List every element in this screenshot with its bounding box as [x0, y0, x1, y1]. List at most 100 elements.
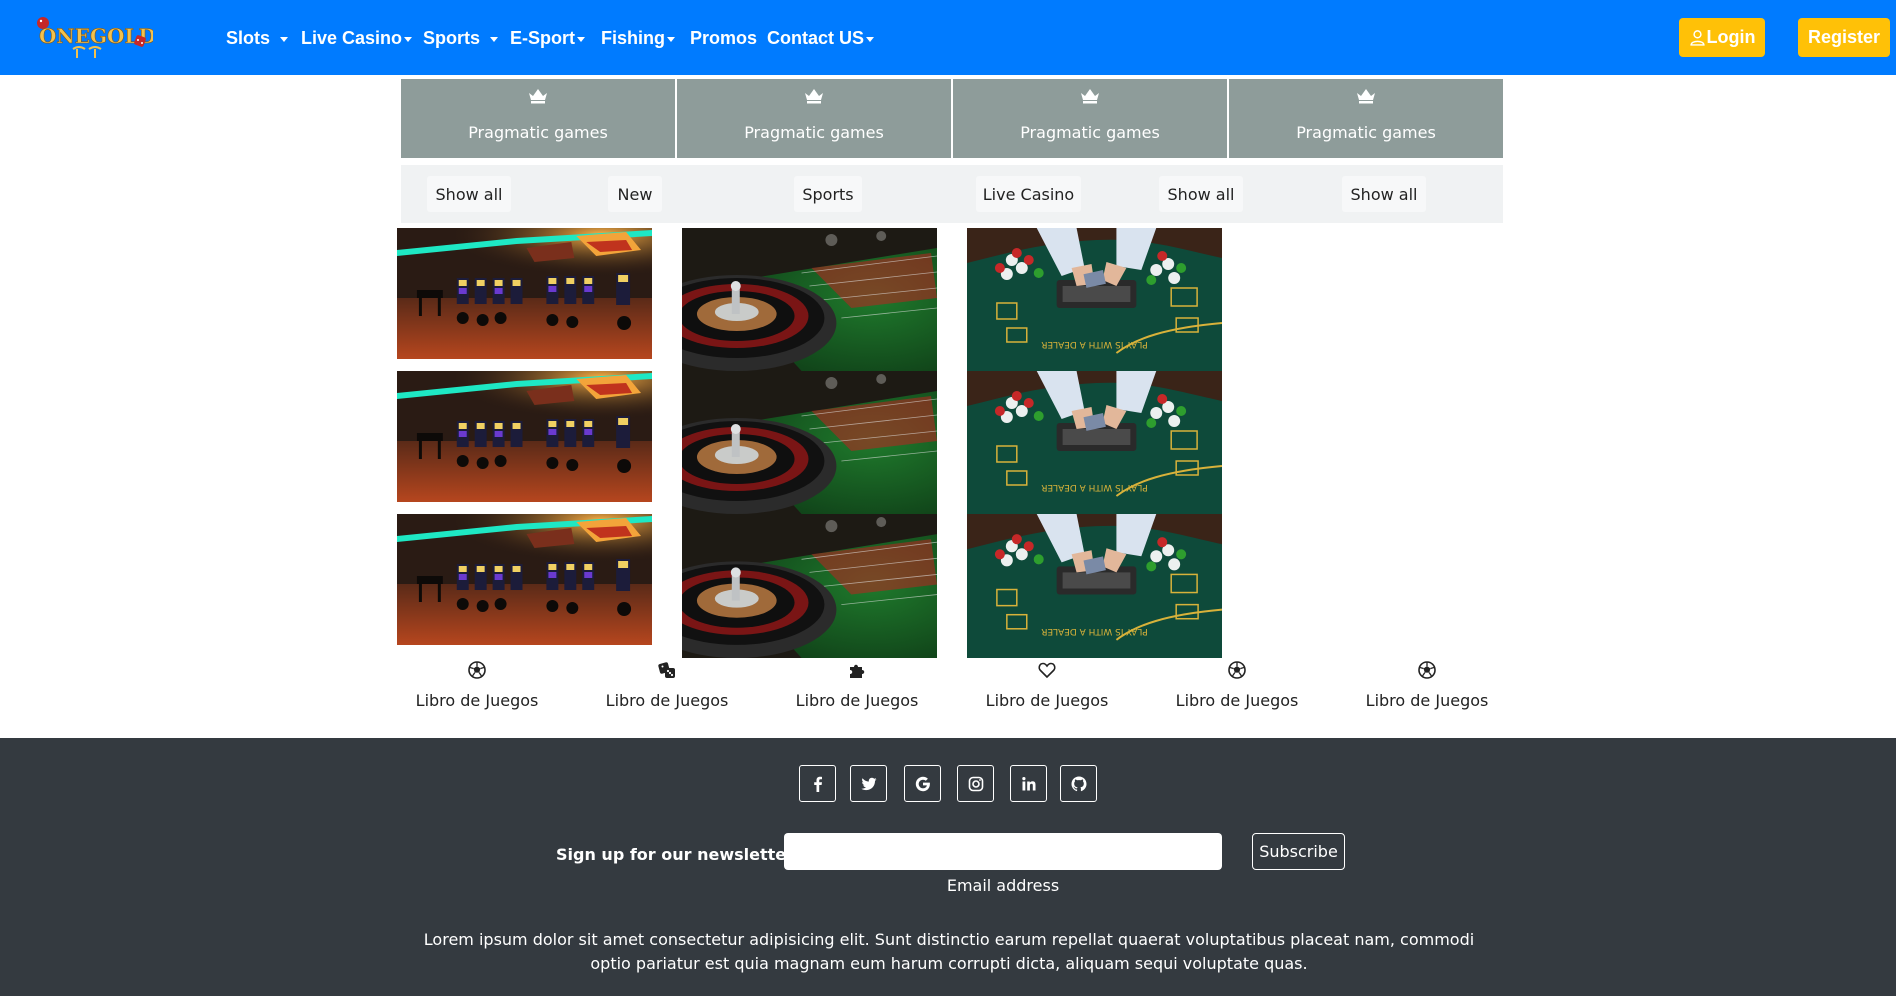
puzzle-icon	[850, 664, 865, 678]
nav-e-sport-label: E-Sport	[510, 28, 575, 48]
game-link[interactable]: Libro de Juegos	[1352, 660, 1502, 710]
filter-live-casino-button[interactable]: Live Casino	[976, 176, 1081, 212]
game-tile-poker[interactable]	[967, 228, 1222, 371]
facebook-icon	[813, 776, 822, 792]
nav-e-sport[interactable]: E-Sport	[510, 28, 585, 49]
filter-show-all-button[interactable]: Show all	[1342, 176, 1426, 212]
google-button[interactable]	[904, 765, 941, 802]
game-tile-poker[interactable]	[967, 371, 1222, 514]
linkedin-icon	[1021, 776, 1035, 790]
twitter-button[interactable]	[850, 765, 887, 802]
nav-contact-us-label: Contact US	[767, 28, 865, 48]
onegold-logo[interactable]: ONEGOLD	[33, 14, 156, 60]
filter-show-all-button[interactable]: Show all	[427, 176, 511, 212]
soccer-ball-icon	[468, 661, 486, 679]
soccer-ball-icon	[1418, 661, 1436, 679]
game-link[interactable]: Libro de Juegos	[1162, 660, 1312, 710]
instagram-button[interactable]	[957, 765, 994, 802]
game-link-label: Libro de Juegos	[985, 691, 1109, 710]
category-label: Pragmatic games	[468, 123, 608, 142]
game-link-label: Libro de Juegos	[1365, 691, 1489, 710]
filter-bar: Show all New Sports Live Casino Show all…	[401, 165, 1503, 223]
category-card[interactable]: Pragmatic games	[1229, 79, 1503, 158]
top-navbar: ONEGOLD Slots Live Casino Sports E-Sport…	[0, 0, 1896, 75]
game-link[interactable]: Libro de Juegos	[592, 660, 742, 710]
poker-table-image	[967, 371, 1222, 514]
nav-slots-label: Slots	[226, 28, 271, 48]
game-tile-roulette[interactable]	[682, 514, 937, 658]
nav-contact-us[interactable]: Contact US	[767, 28, 875, 49]
chevron-down-icon	[667, 36, 675, 42]
login-button[interactable]: Login	[1679, 18, 1765, 57]
soccer-ball-icon	[1228, 661, 1246, 679]
game-link-label: Libro de Juegos	[1175, 691, 1299, 710]
nav-live-casino-label: Live Casino	[301, 28, 403, 48]
nav-promos-label: Promos	[690, 28, 758, 48]
facebook-button[interactable]	[799, 765, 836, 802]
game-link-label: Libro de Juegos	[795, 691, 919, 710]
nav-sports-label: Sports	[423, 28, 481, 48]
casino-hall-image	[397, 228, 652, 359]
register-label: Register	[1807, 27, 1881, 47]
game-link[interactable]: Libro de Juegos	[972, 660, 1122, 710]
filter-new-button[interactable]: New	[608, 176, 662, 212]
roulette-table-image	[682, 228, 937, 371]
register-button[interactable]: Register	[1798, 18, 1890, 57]
crown-icon	[1081, 89, 1099, 104]
category-card[interactable]: Pragmatic games	[401, 79, 675, 158]
chevron-down-icon	[280, 36, 289, 42]
game-tile-roulette[interactable]	[682, 228, 937, 371]
filter-sports-button[interactable]: Sports	[794, 176, 862, 212]
github-button[interactable]	[1060, 765, 1097, 802]
crown-icon	[1357, 89, 1375, 104]
email-hint: Email address	[946, 876, 1060, 895]
email-field[interactable]	[784, 833, 1222, 870]
category-card[interactable]: Pragmatic games	[953, 79, 1227, 158]
nav-fishing-label: Fishing	[601, 28, 665, 48]
nav-slots[interactable]: Slots	[226, 28, 289, 49]
roulette-table-image	[682, 371, 937, 514]
game-tile-roulette[interactable]	[682, 371, 937, 514]
nav-sports[interactable]: Sports	[423, 28, 499, 49]
footer: Sign up for our newsletter Email address…	[0, 738, 1896, 996]
crown-icon	[529, 89, 547, 104]
category-label: Pragmatic games	[1296, 123, 1436, 142]
github-icon	[1071, 776, 1086, 791]
heart-icon	[1038, 662, 1056, 679]
category-card[interactable]: Pragmatic games	[677, 79, 951, 158]
filter-show-all-button[interactable]: Show all	[1159, 176, 1243, 212]
subscribe-button[interactable]: Subscribe	[1252, 833, 1345, 870]
game-tile-poker[interactable]	[967, 514, 1222, 658]
chevron-down-icon	[866, 36, 875, 42]
google-icon	[915, 776, 930, 791]
chevron-down-icon	[404, 36, 413, 42]
game-link-label: Libro de Juegos	[415, 691, 539, 710]
game-tile-casino-hall[interactable]	[397, 371, 652, 502]
poker-table-image	[967, 514, 1222, 658]
linkedin-button[interactable]	[1010, 765, 1047, 802]
newsletter-label: Sign up for our newsletter	[556, 845, 795, 864]
casino-hall-image	[397, 514, 652, 645]
dice-icon	[658, 662, 675, 678]
twitter-icon	[860, 777, 876, 790]
login-label: Login	[1706, 27, 1756, 47]
nav-promos[interactable]: Promos	[690, 28, 757, 49]
instagram-icon	[968, 776, 983, 791]
game-link[interactable]: Libro de Juegos	[782, 660, 932, 710]
user-icon	[1689, 30, 1705, 46]
chevron-down-icon	[490, 36, 499, 42]
roulette-table-image	[682, 514, 937, 658]
casino-hall-image	[397, 371, 652, 502]
crown-icon	[805, 89, 823, 104]
footer-description: Lorem ipsum dolor sit amet consectetur a…	[423, 930, 1475, 973]
game-tile-casino-hall[interactable]	[397, 514, 652, 645]
game-link-label: Libro de Juegos	[605, 691, 729, 710]
category-label: Pragmatic games	[744, 123, 884, 142]
game-tile-casino-hall[interactable]	[397, 228, 652, 359]
game-link[interactable]: Libro de Juegos	[402, 660, 552, 710]
nav-fishing[interactable]: Fishing	[601, 28, 675, 49]
category-label: Pragmatic games	[1020, 123, 1160, 142]
chevron-down-icon	[577, 36, 585, 42]
nav-live-casino[interactable]: Live Casino	[301, 28, 413, 49]
poker-table-image	[967, 228, 1222, 371]
